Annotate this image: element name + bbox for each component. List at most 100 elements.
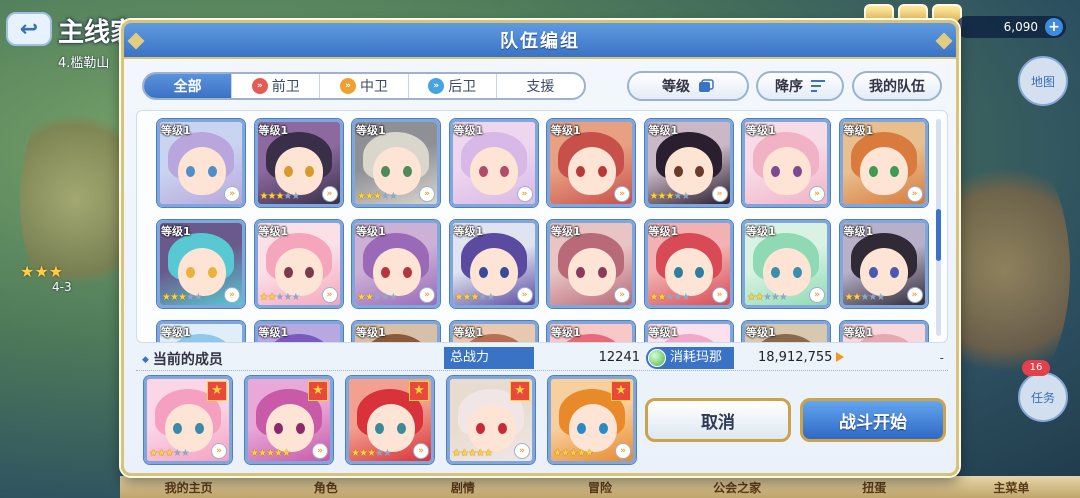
team-member-card[interactable]: ★ ★★★★★» <box>245 376 333 464</box>
tab-all[interactable]: 全部 <box>144 74 233 98</box>
character-eye <box>598 423 608 434</box>
nav-story[interactable]: 剧情 <box>394 479 531 496</box>
cancel-button[interactable]: 取消 <box>645 398 791 442</box>
role-arrow-icon: » <box>419 287 435 303</box>
roster-scrollbar[interactable] <box>936 119 941 336</box>
back-icon[interactable]: ↩ <box>6 12 52 46</box>
roster-character-card[interactable]: 等级1» <box>547 119 635 207</box>
roster-character-card[interactable]: 等级1 ★★★★★ » <box>449 220 538 308</box>
total-power-label: 总战力 <box>444 347 534 369</box>
roster-character-card[interactable]: 等级1» <box>254 321 343 342</box>
star-rating: ★★★★★ <box>649 292 691 303</box>
scroll-thumb[interactable] <box>936 209 941 261</box>
roster-character-card[interactable]: 等级1» <box>547 220 635 308</box>
character-eye <box>194 423 204 434</box>
leader-star-icon: ★ <box>308 381 328 401</box>
roster-character-card[interactable]: 等级1» <box>157 321 245 342</box>
map-button[interactable]: 地图 <box>1018 56 1068 106</box>
role-arrow-icon: » <box>224 287 240 303</box>
character-eye <box>868 166 878 177</box>
nav-main-menu[interactable]: 主菜单 <box>943 479 1080 496</box>
character-face <box>366 403 415 453</box>
roster-character-card[interactable]: 等级1 ★★★★★ » <box>352 220 440 308</box>
role-arrow-icon: » <box>312 443 328 459</box>
level-label: 等级1 <box>648 326 679 339</box>
team-member-card[interactable]: ★ ★★★★★» <box>447 376 535 464</box>
level-label: 等级1 <box>161 124 191 137</box>
roster-character-card[interactable]: 等级1» <box>547 321 635 342</box>
my-team-button[interactable]: 我的队伍 <box>852 71 942 101</box>
level-label: 等级1 <box>746 124 776 137</box>
stage-stars: ★★★ <box>20 262 64 281</box>
character-eye <box>597 166 607 177</box>
sort-by-level-button[interactable]: 等级 <box>627 71 749 101</box>
roster-character-card[interactable]: 等级1 ★★★★★ » <box>742 220 830 308</box>
character-face <box>372 247 421 297</box>
leader-star-icon: ★ <box>510 381 530 401</box>
nav-adventure[interactable]: 冒险 <box>531 479 668 496</box>
roster-character-card[interactable]: 等级1 » <box>157 119 245 207</box>
roster-character-card[interactable]: 等级1 ★★★★★ » <box>644 220 733 308</box>
add-currency-icon[interactable]: + <box>1045 18 1063 36</box>
character-face <box>275 247 324 297</box>
team-member-card[interactable]: ★ ★★★★★» <box>346 376 434 464</box>
level-label: 等级1 <box>453 124 484 137</box>
nav-guild-house[interactable]: 公会之家 <box>669 479 806 496</box>
roster-character-card[interactable]: 等级1 ★★★★★ » <box>839 220 928 308</box>
tab-support[interactable]: 支援 <box>497 74 584 98</box>
nav-home[interactable]: 我的主页 <box>120 479 257 496</box>
character-eye <box>500 166 510 177</box>
roster-character-card[interactable]: 等级1 ★★★★★ » <box>254 220 343 308</box>
roster-character-card[interactable]: 等级1» <box>352 321 440 342</box>
role-arrow-icon: » <box>809 186 825 202</box>
quest-subtitle: 4.槛勒山 <box>58 56 110 71</box>
team-member-card[interactable]: ★ ★★★★★» <box>144 376 232 464</box>
roster-character-card[interactable]: 等级1» <box>839 119 928 207</box>
roster-character-card[interactable]: 等级1 ★★★★★ » <box>644 119 733 207</box>
roster-character-card[interactable]: 等级1» <box>839 321 928 342</box>
character-eye <box>207 267 217 278</box>
nav-gacha[interactable]: 扭蛋 <box>806 479 943 496</box>
level-label: 等级1 <box>356 326 386 339</box>
level-label: 等级1 <box>843 326 874 339</box>
character-eye <box>207 166 217 177</box>
character-eye <box>792 267 802 278</box>
character-eye <box>673 166 683 177</box>
tab-mid[interactable]: » 中卫 <box>320 74 409 98</box>
mana-cost-value: 18,912,755 <box>758 350 833 365</box>
sort-lines-icon <box>811 80 825 92</box>
level-label: 等级1 <box>648 124 679 137</box>
level-label: 等级1 <box>258 225 289 238</box>
roster-character-card[interactable]: 等级1» <box>449 321 538 342</box>
roster-character-card[interactable]: 等级1» <box>644 321 733 342</box>
sort-order-button[interactable]: 降序 <box>756 71 844 101</box>
nav-characters[interactable]: 角色 <box>257 479 394 496</box>
mid-role-icon: » <box>340 78 356 94</box>
task-button[interactable]: 任务 <box>1018 372 1068 422</box>
start-battle-button[interactable]: 战斗开始 <box>800 398 946 442</box>
tab-front[interactable]: » 前卫 <box>232 74 321 98</box>
star-rating: ★★★★★ <box>452 448 493 459</box>
character-face <box>665 146 714 196</box>
total-power: 总战力 12241 <box>444 347 640 369</box>
tab-back[interactable]: » 后卫 <box>409 74 497 98</box>
roster-character-card[interactable]: 等级1» <box>742 321 830 342</box>
character-eye <box>868 267 878 278</box>
character-face <box>164 403 213 453</box>
star-rating: ★★★★★ <box>357 191 398 202</box>
roster-character-card[interactable]: 等级1 ★★★★★ » <box>352 119 440 207</box>
roster-character-card[interactable]: 等级1 » <box>742 119 830 207</box>
currency-value: 6,090 <box>1003 20 1038 34</box>
roster-character-card[interactable]: 等级1» <box>449 119 538 207</box>
star-rating: ★★★★★ <box>149 448 190 459</box>
character-eye <box>497 423 507 434</box>
team-member-card[interactable]: ★ ★★★★★» <box>548 376 636 464</box>
level-label: 等级1 <box>551 326 581 339</box>
character-eye <box>402 166 412 177</box>
total-power-value: 12241 <box>598 350 640 365</box>
roster-character-card[interactable]: 等级1 ★★★★★ » <box>157 220 245 308</box>
currency-counter: 6,090 + <box>956 16 1066 38</box>
level-label: 等级1 <box>453 225 484 238</box>
role-arrow-icon: » <box>224 186 240 202</box>
roster-character-card[interactable]: 等级1 ★★★★★ » <box>254 119 343 207</box>
